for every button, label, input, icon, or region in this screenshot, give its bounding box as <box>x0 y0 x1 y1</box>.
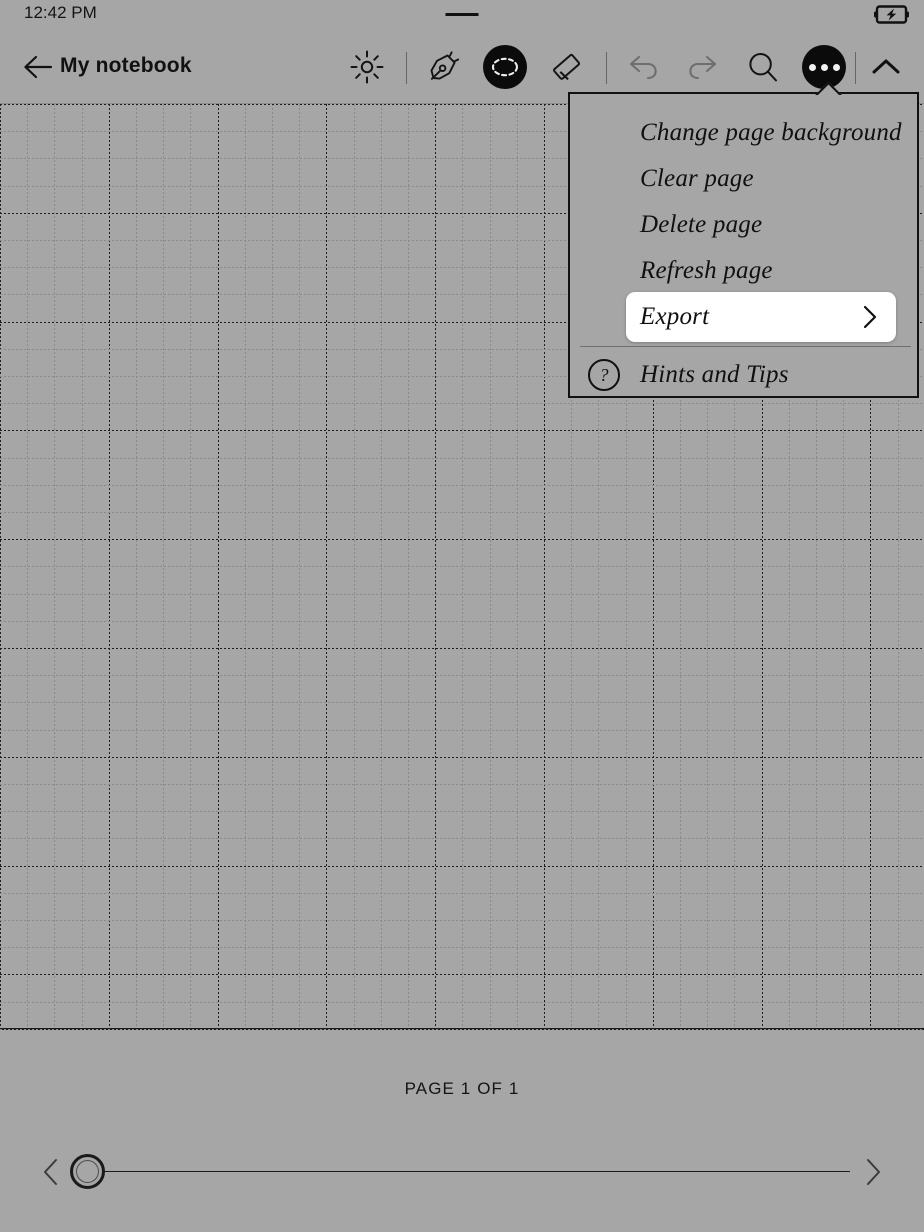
redo-arrow-icon <box>686 51 720 83</box>
grid-line-horizontal <box>0 512 924 513</box>
menu-item-label: Export <box>640 303 710 330</box>
question-mark-icon: ? <box>588 359 620 391</box>
magnifier-icon <box>746 50 780 84</box>
grid-line-horizontal <box>0 458 924 459</box>
chevron-left-icon[interactable] <box>38 1156 64 1188</box>
chevron-up-icon <box>870 55 902 79</box>
grid-line-vertical <box>354 104 355 1028</box>
menu-item-label: Refresh page <box>640 257 773 284</box>
grid-line-horizontal <box>0 866 924 867</box>
chevron-right-icon <box>860 303 880 331</box>
grid-line-vertical <box>82 104 83 1028</box>
grid-line-horizontal <box>0 430 924 431</box>
grid-line-vertical <box>490 104 491 1028</box>
grid-line-horizontal <box>0 1029 924 1030</box>
grid-line-horizontal <box>0 784 924 785</box>
brightness-button[interactable] <box>343 43 391 91</box>
menu-divider <box>580 346 911 347</box>
grid-line-horizontal <box>0 974 924 975</box>
chevron-right-icon[interactable] <box>860 1156 886 1188</box>
grid-line-horizontal <box>0 621 924 622</box>
menu-item-change-page-background[interactable]: Change page background <box>570 110 917 156</box>
grid-line-horizontal <box>0 730 924 731</box>
grid-line-vertical <box>136 104 137 1028</box>
toolbar-divider-1 <box>406 52 407 84</box>
status-bar: 12:42 PM <box>0 0 924 30</box>
battery-charging-icon <box>874 5 910 24</box>
grid-line-horizontal <box>0 811 924 812</box>
page-title: My notebook <box>60 54 192 77</box>
page-indicator: PAGE 1 OF 1 <box>404 1079 520 1098</box>
grid-line-vertical <box>163 104 164 1028</box>
menu-item-clear-page[interactable]: Clear page <box>570 156 917 202</box>
grid-line-horizontal <box>0 403 924 404</box>
notch-indicator <box>445 13 479 16</box>
grid-line-vertical <box>544 104 545 1028</box>
lasso-selection-icon <box>483 45 527 89</box>
page-slider[interactable] <box>0 1148 924 1196</box>
grid-line-vertical <box>27 104 28 1028</box>
menu-item-delete-page[interactable]: Delete page <box>570 202 917 248</box>
fountain-pen-icon <box>425 48 463 86</box>
grid-line-vertical <box>326 104 327 1028</box>
grid-line-vertical <box>218 104 219 1028</box>
menu-item-refresh-page[interactable]: Refresh page <box>570 248 917 294</box>
grid-line-vertical <box>54 104 55 1028</box>
grid-line-horizontal <box>0 920 924 921</box>
grid-line-vertical <box>190 104 191 1028</box>
status-bar-time: 12:42 PM <box>24 3 97 22</box>
menu-item-label: Change page background <box>640 119 902 146</box>
grid-line-vertical <box>435 104 436 1028</box>
top-toolbar: My notebook <box>0 38 924 96</box>
menu-pointer <box>814 81 842 95</box>
grid-line-horizontal <box>0 1002 924 1003</box>
toolbar-divider-3 <box>855 52 856 84</box>
eraser-button[interactable] <box>542 43 590 91</box>
undo-button[interactable] <box>619 43 667 91</box>
back-arrow-icon[interactable] <box>22 52 54 82</box>
collapse-toolbar-button[interactable] <box>862 43 910 91</box>
redo-button[interactable] <box>679 43 727 91</box>
grid-line-horizontal <box>0 539 924 540</box>
grid-line-vertical <box>0 104 1 1028</box>
grid-line-horizontal <box>0 566 924 567</box>
grid-line-horizontal <box>0 648 924 649</box>
grid-line-horizontal <box>0 757 924 758</box>
menu-item-label: Clear page <box>640 165 754 192</box>
slider-track[interactable] <box>88 1171 850 1172</box>
grid-line-horizontal <box>0 702 924 703</box>
grid-line-vertical <box>245 104 246 1028</box>
search-button[interactable] <box>739 43 787 91</box>
selection-tool-button[interactable] <box>481 43 529 91</box>
grid-line-vertical <box>408 104 409 1028</box>
menu-item-label: Hints and Tips <box>640 361 789 388</box>
grid-line-horizontal <box>0 594 924 595</box>
grid-line-horizontal <box>0 838 924 839</box>
grid-line-horizontal <box>0 893 924 894</box>
grid-line-vertical <box>109 104 110 1028</box>
menu-item-export[interactable]: Export <box>626 292 896 342</box>
pen-button[interactable] <box>420 43 468 91</box>
grid-line-vertical <box>462 104 463 1028</box>
grid-line-vertical <box>381 104 382 1028</box>
slider-handle[interactable] <box>70 1154 105 1189</box>
undo-arrow-icon <box>626 51 660 83</box>
grid-line-horizontal <box>0 485 924 486</box>
grid-line-vertical <box>272 104 273 1028</box>
grid-line-vertical <box>299 104 300 1028</box>
more-options-menu: Change page background Clear page Delete… <box>568 92 919 398</box>
toolbar-divider-2 <box>606 52 607 84</box>
grid-line-horizontal <box>0 675 924 676</box>
menu-item-hints-and-tips[interactable]: ? Hints and Tips <box>570 350 917 400</box>
grid-line-horizontal <box>0 947 924 948</box>
menu-item-label: Delete page <box>640 211 763 238</box>
grid-line-vertical <box>517 104 518 1028</box>
eraser-icon <box>548 49 584 85</box>
sun-brightness-icon <box>350 50 384 84</box>
